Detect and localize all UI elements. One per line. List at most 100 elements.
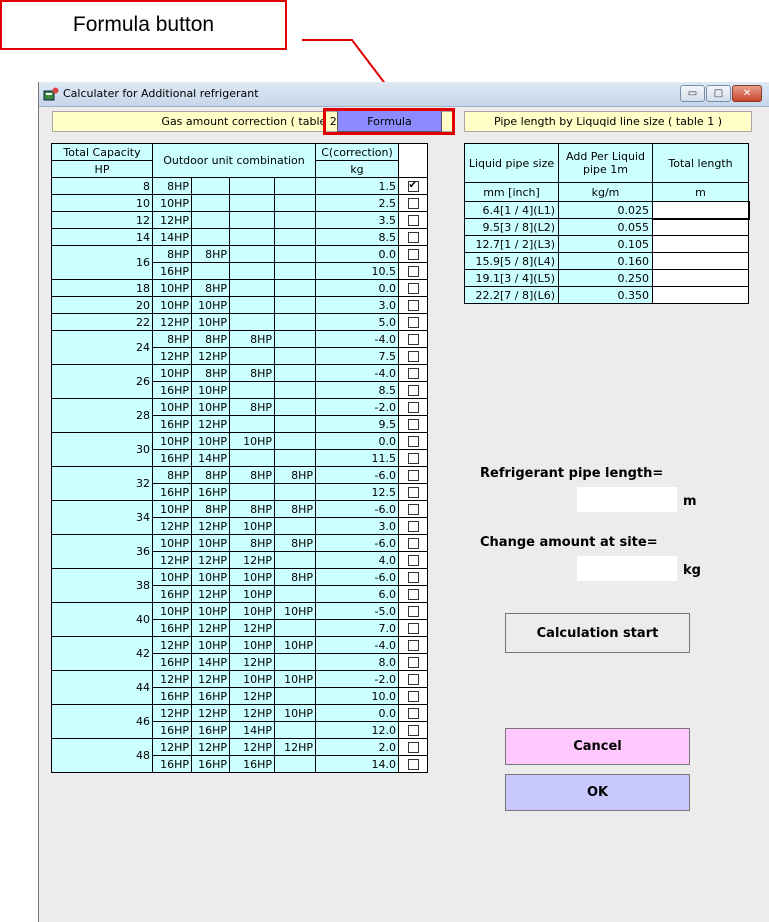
correction-cell: 10.0 bbox=[315, 687, 399, 705]
row-checkbox-cell bbox=[398, 449, 428, 467]
total-length-input[interactable] bbox=[652, 235, 749, 253]
row-checkbox-cell bbox=[398, 500, 428, 518]
gas-correction-table: Total Capacity Outdoor unit combination … bbox=[51, 143, 428, 773]
row-checkbox[interactable] bbox=[407, 470, 419, 481]
row-checkbox[interactable] bbox=[407, 179, 419, 193]
row-checkbox[interactable] bbox=[407, 385, 419, 396]
row-checkbox[interactable] bbox=[407, 521, 419, 532]
unit-cell bbox=[229, 347, 275, 365]
row-checkbox[interactable] bbox=[407, 351, 419, 362]
calculation-start-button[interactable]: Calculation start bbox=[505, 613, 690, 653]
capacity-cell: 20 bbox=[51, 296, 153, 314]
row-checkbox[interactable] bbox=[407, 759, 419, 770]
total-length-input[interactable] bbox=[652, 286, 749, 304]
change-amount-field[interactable] bbox=[577, 556, 677, 581]
unit-cell: 10HP bbox=[152, 432, 192, 450]
header-hp: HP bbox=[51, 160, 153, 178]
row-checkbox[interactable] bbox=[407, 266, 419, 277]
row-checkbox[interactable] bbox=[407, 283, 419, 294]
row-checkbox[interactable] bbox=[407, 487, 419, 498]
unit-cell: 10HP bbox=[274, 704, 316, 722]
header-combination: Outdoor unit combination bbox=[152, 143, 316, 178]
row-checkbox[interactable] bbox=[407, 572, 419, 583]
total-length-input[interactable] bbox=[652, 218, 749, 236]
unit-cell: 12HP bbox=[229, 619, 275, 637]
row-checkbox[interactable] bbox=[407, 538, 419, 549]
row-checkbox[interactable] bbox=[407, 198, 419, 209]
row-checkbox[interactable] bbox=[407, 232, 419, 243]
total-length-input[interactable] bbox=[651, 200, 750, 220]
row-checkbox-cell bbox=[398, 755, 428, 773]
unit-cell: 10HP bbox=[152, 602, 192, 620]
row-checkbox[interactable] bbox=[407, 555, 419, 566]
unit-cell: 10HP bbox=[229, 636, 275, 654]
pipe-length-field[interactable] bbox=[577, 487, 677, 512]
row-checkbox[interactable] bbox=[407, 419, 419, 430]
row-checkbox[interactable] bbox=[407, 691, 419, 702]
correction-cell: -5.0 bbox=[315, 602, 399, 620]
row-checkbox[interactable] bbox=[407, 215, 419, 226]
row-checkbox[interactable] bbox=[407, 640, 419, 651]
row-checkbox[interactable] bbox=[407, 334, 419, 345]
unit-cell: 10HP bbox=[152, 279, 192, 297]
add-per-m-cell: 0.105 bbox=[558, 235, 653, 253]
row-checkbox[interactable] bbox=[407, 504, 419, 515]
unit-cell: 12HP bbox=[229, 704, 275, 722]
minimize-button[interactable]: ▭ bbox=[680, 85, 705, 102]
row-checkbox-cell bbox=[398, 194, 428, 212]
row-checkbox[interactable] bbox=[407, 708, 419, 719]
row-checkbox[interactable] bbox=[407, 453, 419, 464]
row-checkbox[interactable] bbox=[407, 317, 419, 328]
row-checkbox[interactable] bbox=[407, 657, 419, 668]
unit-cell: 8HP bbox=[229, 534, 275, 552]
row-checkbox[interactable] bbox=[407, 674, 419, 685]
correction-cell: 2.5 bbox=[315, 194, 399, 212]
row-checkbox[interactable] bbox=[407, 436, 419, 447]
row-checkbox-cell bbox=[398, 704, 428, 722]
row-checkbox[interactable] bbox=[407, 725, 419, 736]
row-checkbox[interactable] bbox=[407, 606, 419, 617]
correction-cell: 14.0 bbox=[315, 755, 399, 773]
row-checkbox[interactable] bbox=[407, 300, 419, 311]
unit-cell: 10HP bbox=[274, 602, 316, 620]
row-checkbox[interactable] bbox=[407, 402, 419, 413]
unit-cell: 16HP bbox=[152, 653, 192, 671]
row-checkbox-cell bbox=[398, 432, 428, 450]
table-row: 46 12HP 12HP 12HP 10HP 0.0 bbox=[51, 704, 428, 739]
unit-cell: 10HP bbox=[191, 313, 230, 331]
correction-cell: 8.5 bbox=[315, 228, 399, 246]
row-checkbox[interactable] bbox=[407, 368, 419, 379]
unit-cell bbox=[274, 517, 316, 535]
close-button[interactable]: ✕ bbox=[732, 85, 762, 102]
unit-cell: 8HP bbox=[152, 466, 192, 484]
row-checkbox[interactable] bbox=[407, 589, 419, 600]
unit-cell: 12HP bbox=[152, 517, 192, 535]
row-checkbox[interactable] bbox=[407, 623, 419, 634]
cancel-button[interactable]: Cancel bbox=[505, 728, 690, 765]
unit-cell: 8HP bbox=[229, 466, 275, 484]
unit-cell: 8HP bbox=[191, 279, 230, 297]
correction-cell: 7.5 bbox=[315, 347, 399, 365]
row-checkbox-cell bbox=[398, 177, 428, 195]
app-icon bbox=[43, 87, 59, 101]
pipe-row: 15.9[5 / 8](L4) 0.160 bbox=[464, 252, 749, 270]
total-length-input[interactable] bbox=[652, 252, 749, 270]
unit-cell: 10HP bbox=[152, 364, 192, 382]
total-length-input[interactable] bbox=[652, 269, 749, 287]
unit-total: m bbox=[652, 182, 749, 202]
unit-cell bbox=[274, 194, 316, 212]
unit-cell bbox=[274, 313, 316, 331]
maximize-button[interactable]: □ bbox=[706, 85, 731, 102]
correction-cell: -6.0 bbox=[315, 466, 399, 484]
unit-cell bbox=[274, 330, 316, 348]
unit-cell: 16HP bbox=[191, 483, 230, 501]
ok-button[interactable]: OK bbox=[505, 774, 690, 811]
correction-cell: 8.5 bbox=[315, 381, 399, 399]
row-checkbox[interactable] bbox=[407, 249, 419, 260]
unit-cell bbox=[274, 449, 316, 467]
pipe-row: 22.2[7 / 8](L6) 0.350 bbox=[464, 286, 749, 304]
unit-cell: 10HP bbox=[191, 568, 230, 586]
capacity-cell: 24 bbox=[51, 330, 153, 365]
table-row: 10 10HP 2.5 bbox=[51, 194, 428, 212]
row-checkbox[interactable] bbox=[407, 742, 419, 753]
